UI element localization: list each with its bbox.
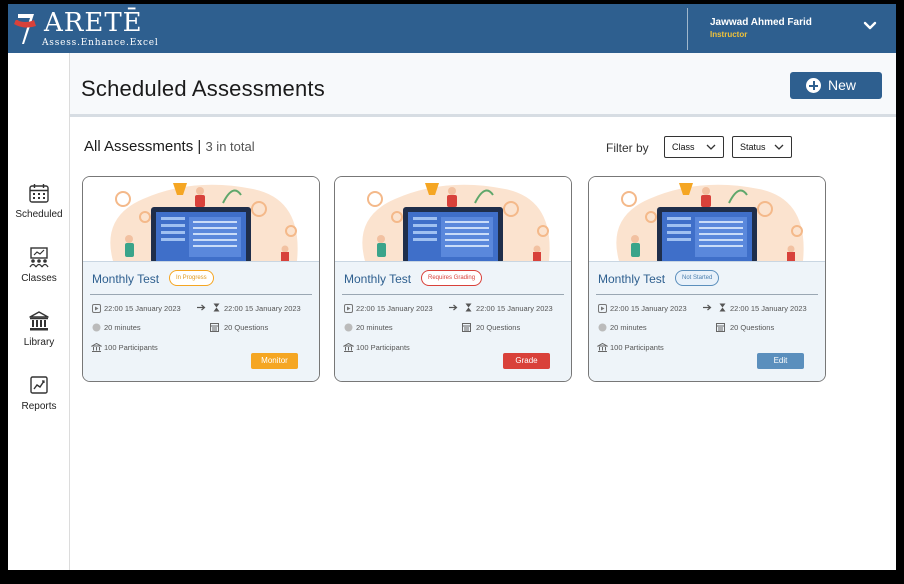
- assessment-title: Monthly Test: [344, 272, 412, 286]
- status-badge: Not Started: [675, 270, 720, 286]
- duration: 20 minutes: [104, 323, 141, 332]
- clock-icon: [344, 323, 353, 332]
- edit-button[interactable]: Edit: [757, 353, 804, 369]
- divider: [342, 294, 564, 295]
- clock-icon: [598, 323, 607, 332]
- hourglass-icon: [465, 303, 472, 312]
- end-time: 22:00 15 January 2023: [730, 304, 807, 313]
- sidebar-item-label: Scheduled: [15, 209, 63, 220]
- brand-logo[interactable]: ARETĒ Assess.Enhance.Excel: [14, 8, 174, 50]
- participants-count: 100 Participants: [356, 343, 410, 352]
- end-time: 22:00 15 January 2023: [224, 304, 301, 313]
- page-header: Scheduled Assessments New: [70, 53, 896, 117]
- header-divider: [687, 8, 688, 50]
- sidebar-item-classes[interactable]: Classes: [8, 246, 70, 296]
- duration: 20 minutes: [356, 323, 393, 332]
- duration: 20 minutes: [610, 323, 647, 332]
- brand-title: ARETĒ: [44, 8, 143, 38]
- new-button-label: New: [828, 77, 857, 93]
- arrow-right-icon: [449, 304, 458, 311]
- questions-icon: [210, 323, 219, 332]
- hourglass-icon: [213, 303, 220, 312]
- brand-tagline: Assess.Enhance.Excel: [42, 38, 159, 48]
- calendar-icon: [29, 184, 49, 203]
- assessment-card[interactable]: Monthly Test In Progress 22:00 15 Januar…: [82, 176, 320, 382]
- user-role: Instructor: [710, 30, 748, 39]
- chevron-down-icon: [706, 144, 716, 150]
- clock-icon: [92, 323, 101, 332]
- participants-icon: [343, 343, 354, 352]
- questions-count: 20 Questions: [476, 323, 521, 332]
- class-filter-value: Class: [672, 142, 695, 152]
- arrow-right-icon: [197, 304, 206, 311]
- logo-mark-icon: [14, 14, 36, 44]
- page-title: Scheduled Assessments: [81, 76, 325, 101]
- end-time: 22:00 15 January 2023: [476, 304, 553, 313]
- assessment-title: Monthly Test: [598, 272, 666, 286]
- participants-count: 100 Participants: [610, 343, 664, 352]
- assessment-card-body: Monthly Test Requires Grading 22:00 15 J…: [335, 261, 571, 381]
- heading-separator: |: [197, 138, 202, 155]
- participants-icon: [91, 343, 102, 352]
- assessment-illustration: [335, 177, 571, 261]
- new-assessment-button[interactable]: New: [790, 72, 882, 99]
- app-window: ARETĒ Assess.Enhance.Excel Jawwad Ahmed …: [8, 4, 896, 570]
- questions-count: 20 Questions: [224, 323, 269, 332]
- start-time: 22:00 15 January 2023: [610, 304, 687, 313]
- sidebar-item-label: Reports: [21, 401, 57, 412]
- assessments-heading: All Assessments | 3 in total: [84, 138, 255, 155]
- status-badge: In Progress: [169, 270, 214, 286]
- start-time-icon: [92, 304, 101, 313]
- assessments-heading-text: All Assessments: [84, 138, 194, 155]
- status-filter-select[interactable]: Status: [732, 136, 792, 158]
- monitor-button[interactable]: Monitor: [251, 353, 298, 369]
- sidebar: Scheduled Classes Library Reports: [8, 53, 70, 570]
- status-badge: Requires Grading: [421, 270, 483, 286]
- assessment-card-body: Monthly Test In Progress 22:00 15 Januar…: [83, 261, 319, 381]
- questions-icon: [462, 323, 471, 332]
- divider: [596, 294, 818, 295]
- sidebar-item-label: Classes: [21, 273, 57, 284]
- start-time: 22:00 15 January 2023: [356, 304, 433, 313]
- questions-icon: [716, 323, 725, 332]
- sidebar-item-label: Library: [23, 337, 55, 348]
- status-filter-value: Status: [740, 142, 766, 152]
- participants-count: 100 Participants: [104, 343, 158, 352]
- start-time: 22:00 15 January 2023: [104, 304, 181, 313]
- top-header: ARETĒ Assess.Enhance.Excel Jawwad Ahmed …: [8, 4, 896, 53]
- assessment-illustration: [589, 177, 825, 261]
- assessment-card[interactable]: Monthly Test Requires Grading 22:00 15 J…: [334, 176, 572, 382]
- classroom-icon: [29, 247, 49, 268]
- chevron-down-icon[interactable]: [863, 21, 877, 31]
- participants-icon: [597, 343, 608, 352]
- start-time-icon: [598, 304, 607, 313]
- assessment-card[interactable]: Monthly Test Not Started 22:00 15 Januar…: [588, 176, 826, 382]
- grade-button[interactable]: Grade: [503, 353, 550, 369]
- arrow-right-icon: [703, 304, 712, 311]
- start-time-icon: [344, 304, 353, 313]
- library-icon: [29, 311, 49, 331]
- user-name: Jawwad Ahmed Farid: [710, 17, 812, 28]
- assessment-card-body: Monthly Test Not Started 22:00 15 Januar…: [589, 261, 825, 381]
- assessment-illustration: [83, 177, 319, 261]
- assessment-title: Monthly Test: [92, 272, 160, 286]
- plus-circle-icon: [806, 78, 821, 93]
- questions-count: 20 Questions: [730, 323, 775, 332]
- sidebar-item-library[interactable]: Library: [8, 310, 70, 360]
- assessments-count: 3 in total: [205, 139, 255, 154]
- hourglass-icon: [719, 303, 726, 312]
- sidebar-item-scheduled[interactable]: Scheduled: [8, 182, 70, 232]
- report-chart-icon: [30, 376, 48, 394]
- class-filter-select[interactable]: Class: [664, 136, 724, 158]
- sidebar-item-reports[interactable]: Reports: [8, 374, 70, 424]
- divider: [90, 294, 312, 295]
- chevron-down-icon: [774, 144, 784, 150]
- filter-label: Filter by: [606, 141, 649, 155]
